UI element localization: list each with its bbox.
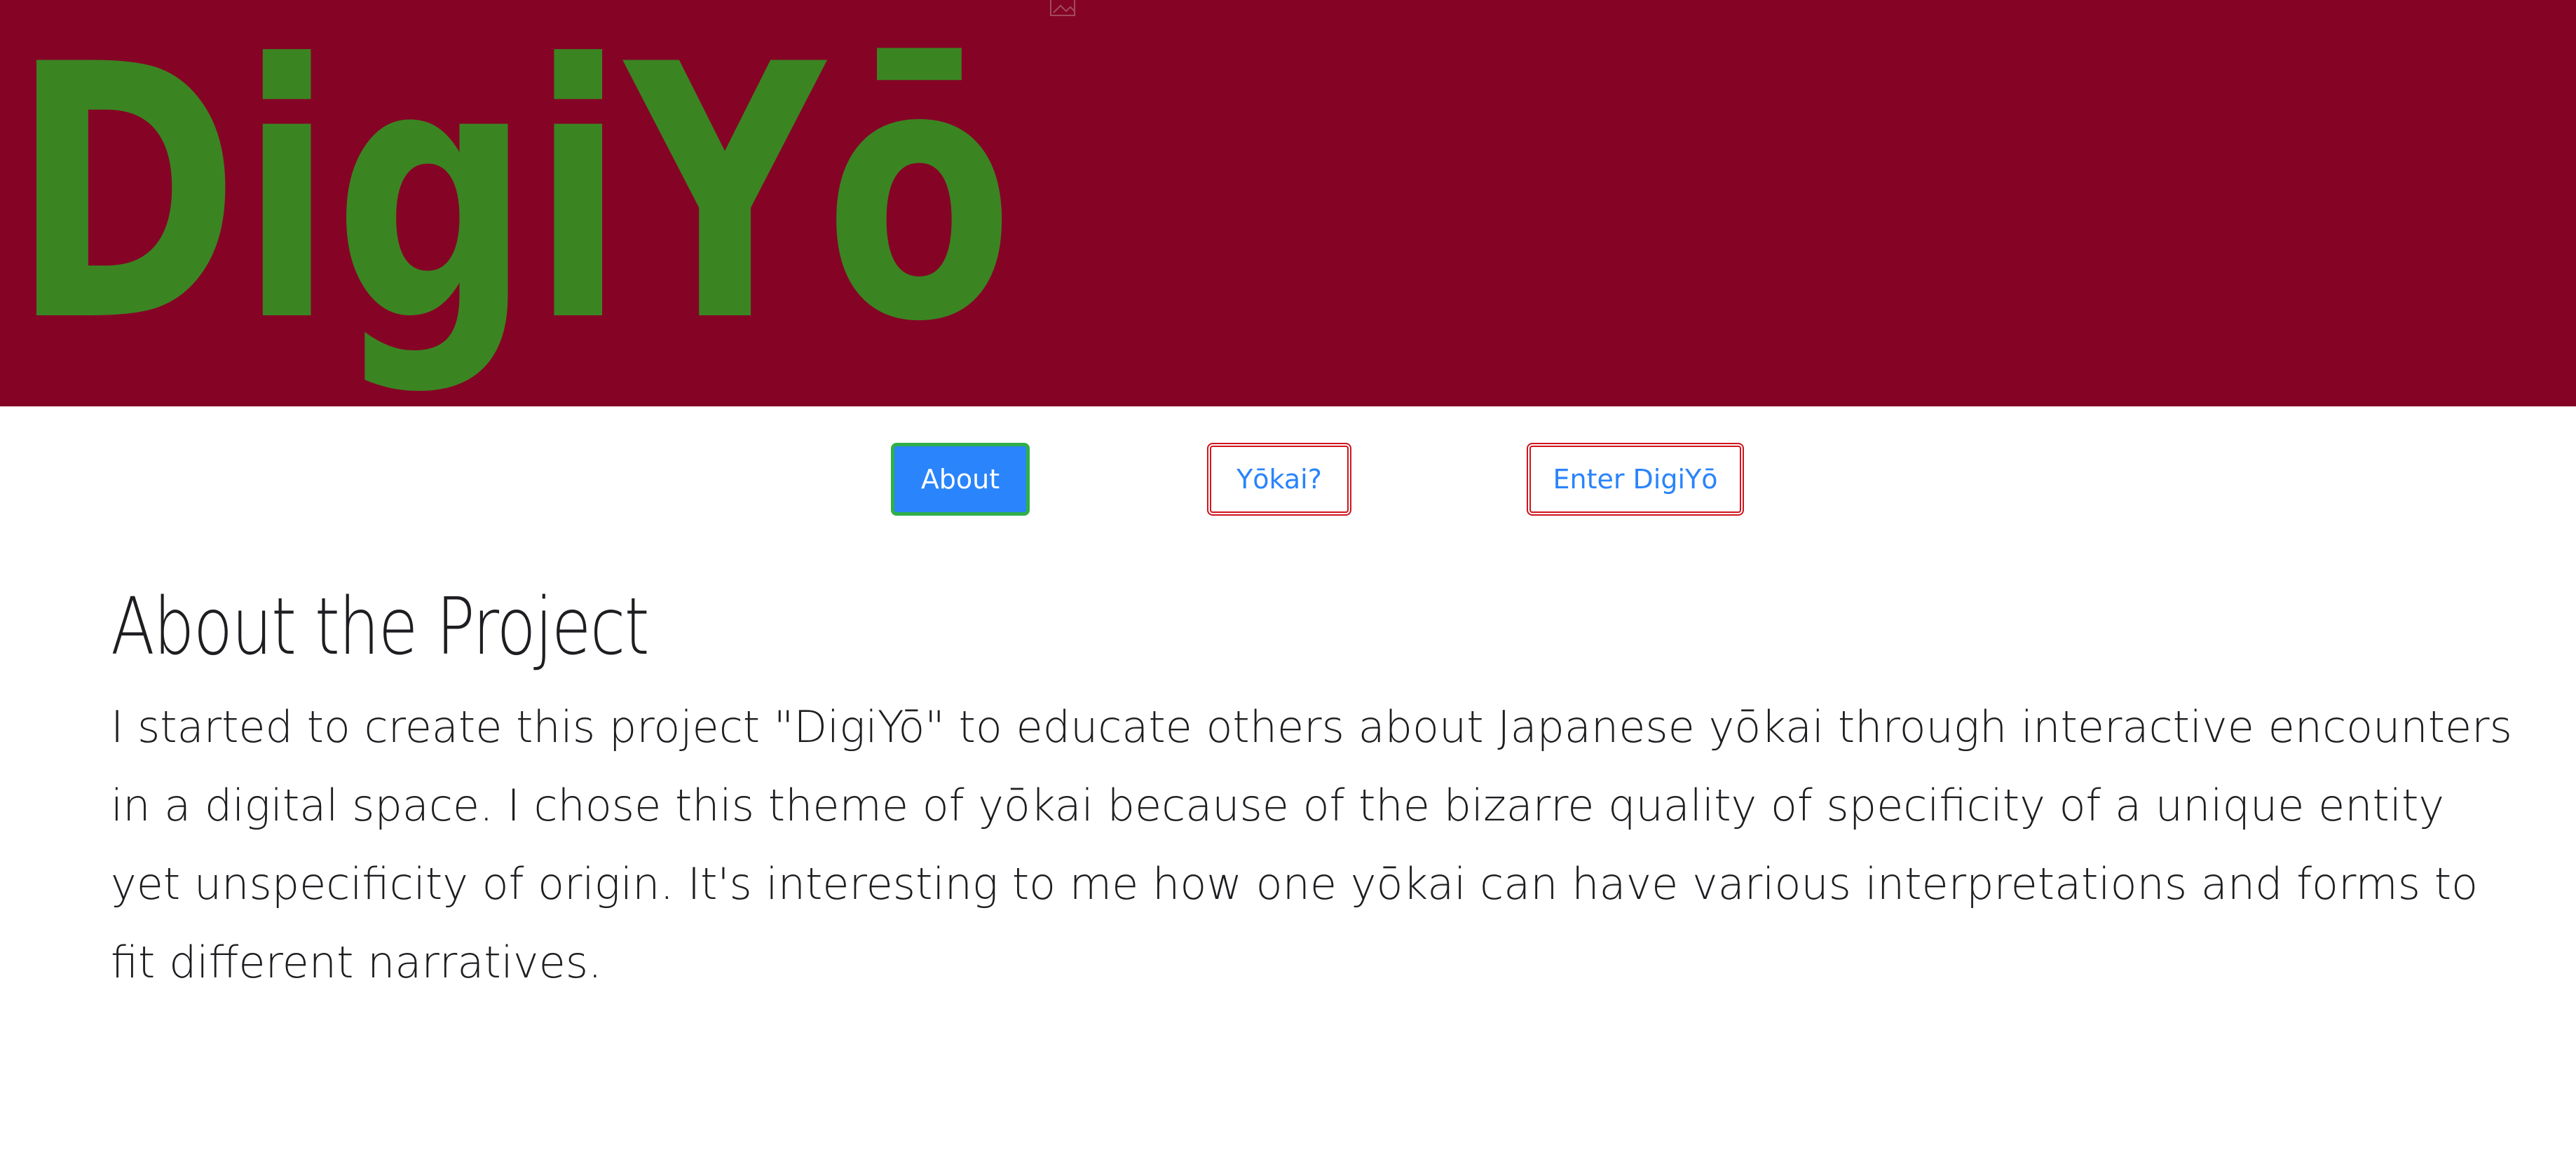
main-nav: About Yōkai? Enter DigiYō (0, 406, 2576, 518)
enter-digiyo-button[interactable]: Enter DigiYō (1527, 443, 1744, 516)
about-button-label: About (920, 464, 1000, 495)
yokai-button-label: Yōkai? (1236, 464, 1322, 495)
yokai-button[interactable]: Yōkai? (1207, 443, 1351, 516)
logo-text: DigiYō (11, 14, 1014, 398)
page-title: About the Project (111, 582, 650, 673)
about-paragraph: I started to create this project "DigiYō… (111, 701, 2512, 988)
about-section: About the Project I started to create th… (111, 575, 2522, 1002)
enter-digiyo-button-label: Enter DigiYō (1553, 464, 1718, 495)
about-button[interactable]: About (891, 443, 1030, 516)
broken-image-icon (1050, 0, 1075, 16)
digiyo-logo: DigiYō (11, 14, 1014, 398)
header-banner: DigiYō (0, 0, 2576, 406)
